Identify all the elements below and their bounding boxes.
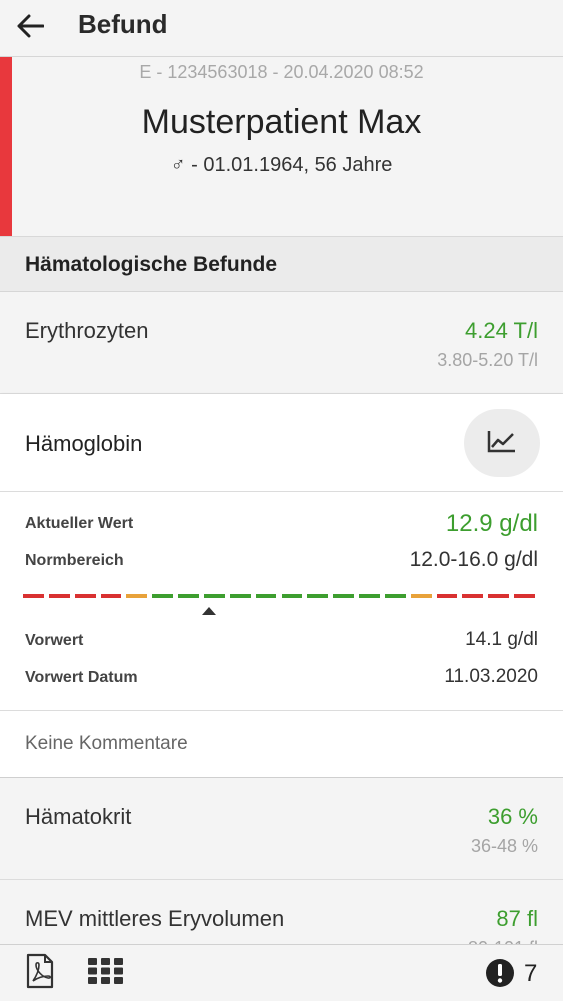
result-value: 36 % <box>487 804 538 829</box>
range-segment <box>333 594 355 598</box>
current-value: 12.9 g/dl <box>445 510 538 537</box>
arrow-left-icon <box>16 14 45 43</box>
range-segment <box>488 594 510 598</box>
range-segment <box>410 594 432 598</box>
comment-text: Keine Kommentare <box>25 733 188 754</box>
expanded-result-header[interactable]: Hämoglobin <box>0 394 563 492</box>
grid-button[interactable] <box>84 953 128 993</box>
range-marker-icon <box>202 607 216 615</box>
result-value: 4.24 T/l <box>465 318 538 343</box>
range-segment <box>384 594 406 598</box>
pdf-button[interactable] <box>18 953 62 993</box>
range-segment <box>203 594 225 598</box>
patient-name: Musterpatient Max <box>141 103 422 141</box>
bottom-toolbar: 7 <box>0 944 563 1001</box>
previous-date: 11.03.2020 <box>444 666 538 687</box>
alerts-button[interactable] <box>484 958 516 993</box>
range-segment <box>436 594 458 598</box>
range-segment <box>48 594 70 598</box>
range-segment <box>462 594 484 598</box>
range-segment <box>229 594 251 598</box>
divider <box>0 710 563 711</box>
range-segment <box>100 594 122 598</box>
result-row-erythrozyten[interactable]: Erythrozyten 4.24 T/l 3.80-5.20 T/l <box>0 292 563 394</box>
range-segment <box>178 594 199 598</box>
trend-chart-icon <box>487 429 517 458</box>
range-segment <box>307 594 329 598</box>
patient-header: E - 1234563018 - 20.04.2020 08:52 Muster… <box>0 57 563 237</box>
range-segment <box>359 594 380 598</box>
range-segment <box>514 594 535 598</box>
previous-date-label: Vorwert Datum <box>25 669 138 686</box>
section-title: Hämatologische Befunde <box>25 253 278 276</box>
range-segment <box>126 594 148 598</box>
range-label: Normbereich <box>25 552 124 569</box>
range-segment <box>152 594 174 598</box>
result-row-haematokrit[interactable]: Hämatokrit 36 % 36-48 % <box>0 778 563 880</box>
result-name: Hämoglobin <box>25 431 143 456</box>
app-bar: Befund <box>0 0 563 57</box>
result-name: Hämatokrit <box>25 804 132 829</box>
previous-value-label: Vorwert <box>25 632 84 649</box>
pdf-icon <box>25 953 55 994</box>
alert-icon <box>485 958 515 993</box>
patient-info: ♂ - 01.01.1964, 56 Jahre <box>170 154 393 176</box>
page-title: Befund <box>78 9 168 39</box>
result-reference: 36-48 % <box>470 836 538 856</box>
expanded-result-card: Hämoglobin Aktueller Wert 12.9 g/dl Norm… <box>0 394 563 778</box>
section-header: Hämatologische Befunde <box>0 237 563 292</box>
range-segment <box>255 594 277 598</box>
trend-button[interactable] <box>464 409 540 477</box>
range-segment <box>281 594 303 598</box>
result-name: MEV mittleres Eryvolumen <box>25 906 285 931</box>
back-button[interactable] <box>10 8 50 48</box>
result-reference: 3.80-5.20 T/l <box>437 350 538 370</box>
result-name: Erythrozyten <box>25 318 149 343</box>
range-segment <box>74 594 96 598</box>
status-indicator-bar <box>0 57 12 236</box>
result-value: 87 fl <box>496 906 538 931</box>
range-segment <box>23 594 44 598</box>
grid-icon <box>88 957 124 989</box>
alert-count: 7 <box>524 960 538 987</box>
previous-value: 14.1 g/dl <box>465 629 538 650</box>
case-line: E - 1234563018 - 20.04.2020 08:52 <box>139 62 424 82</box>
current-value-label: Aktueller Wert <box>25 515 134 532</box>
range-value: 12.0-16.0 g/dl <box>409 548 538 571</box>
range-indicator-bar <box>23 594 540 599</box>
